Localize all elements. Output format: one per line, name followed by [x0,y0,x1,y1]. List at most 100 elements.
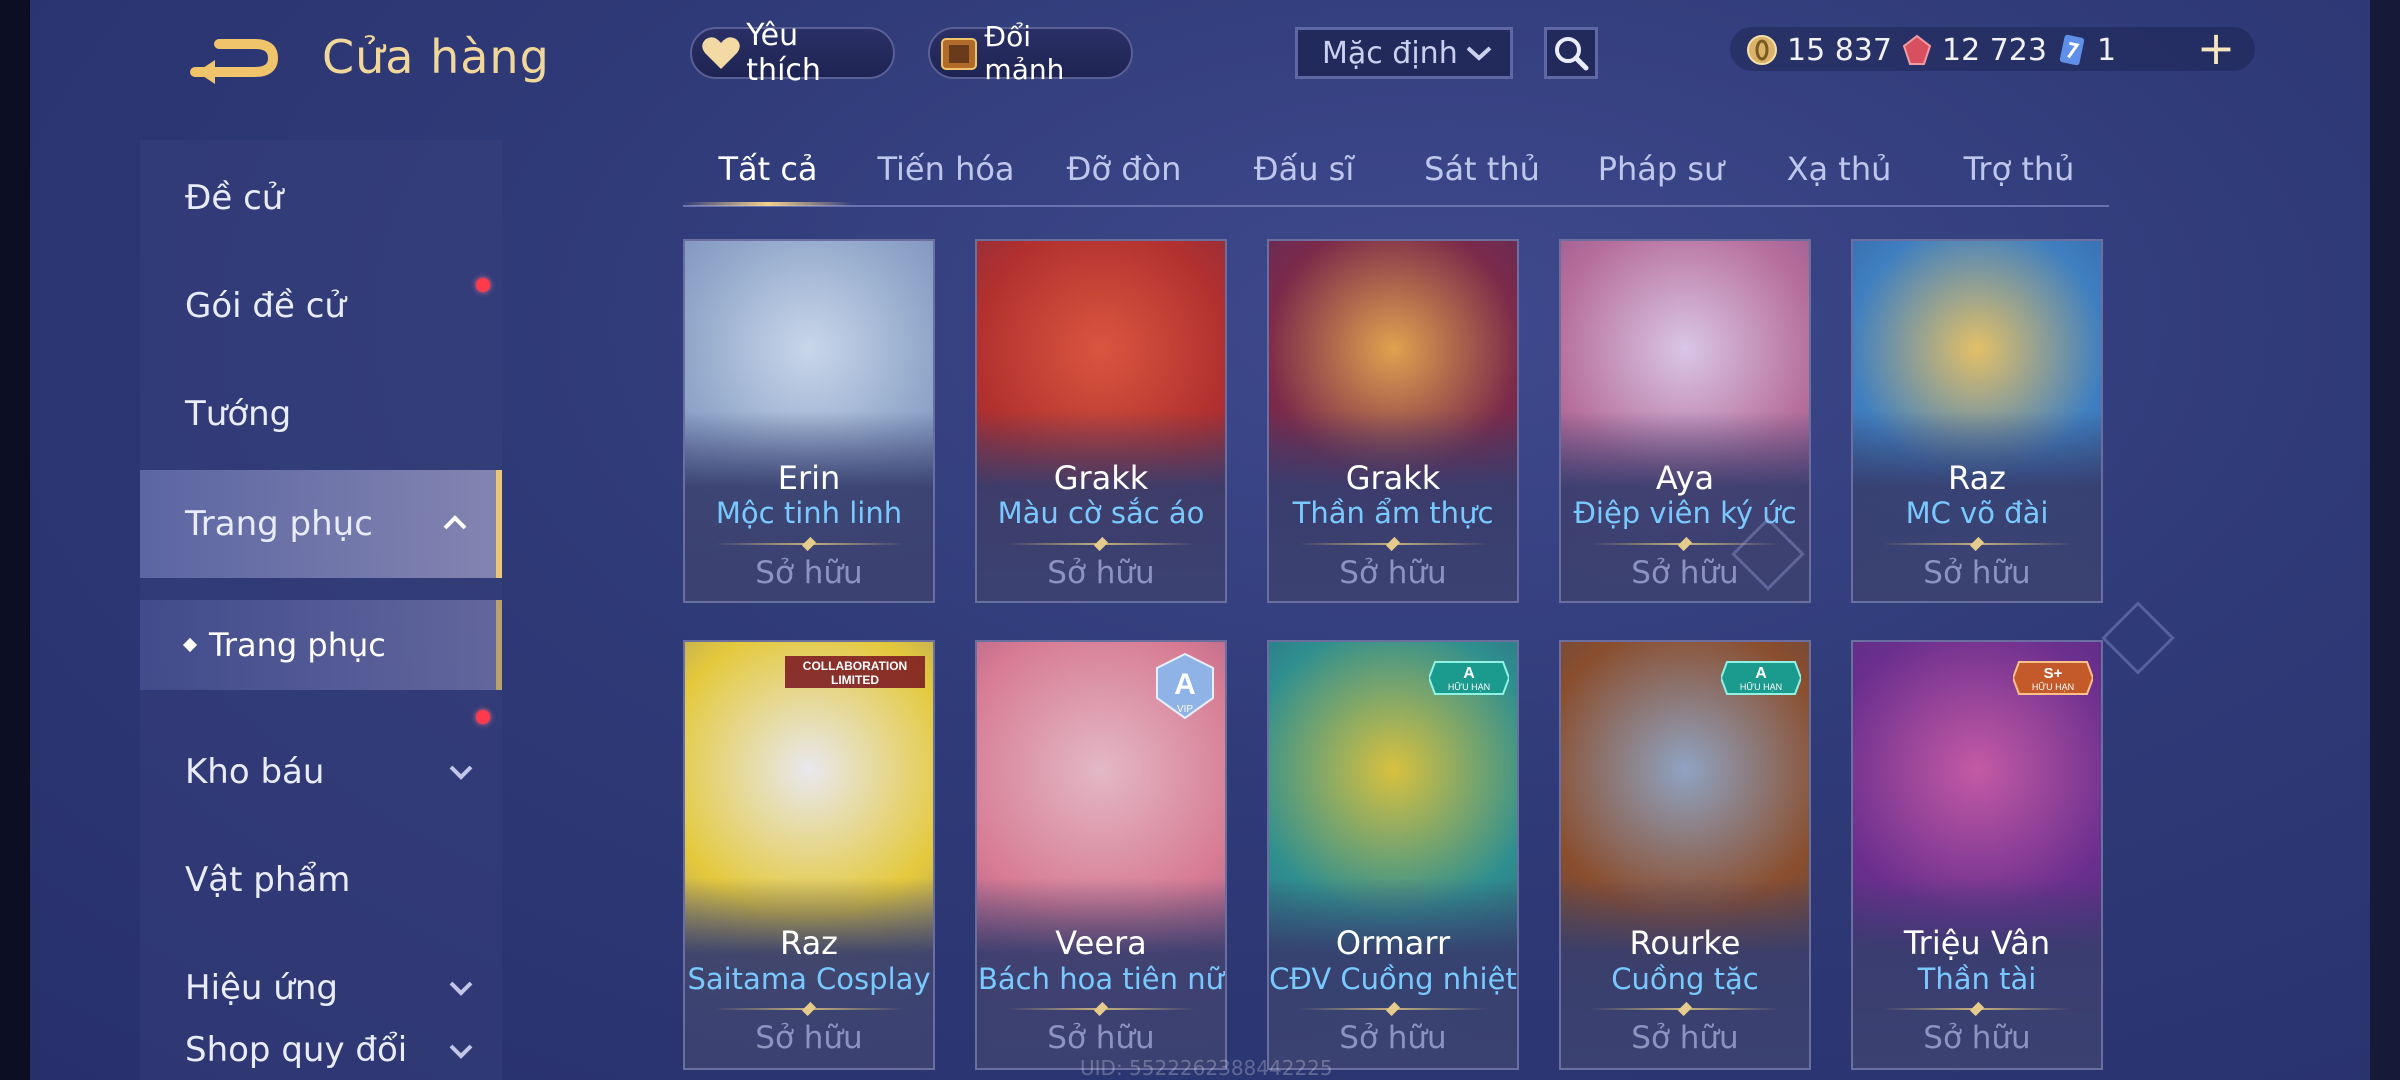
sidebar-item-exchange-shop[interactable]: Shop quy đổi [140,1020,502,1080]
sidebar-item-label: Kho báu [185,752,325,792]
skin-card[interactable]: Raz MC võ đài Sở hữu [1851,239,2103,603]
tier-splus-limited-badge: S+ HỮU HẠN [2011,652,2095,702]
add-currency-button[interactable]: + [2196,25,2236,71]
search-button[interactable] [1544,27,1598,79]
chest-icon [938,31,980,75]
card-divider [1007,543,1195,545]
skin-card[interactable]: Erin Mộc tinh linh Sở hữu [683,239,935,603]
sidebar-item-recommended[interactable]: Đề cử [140,148,502,248]
tab-mage[interactable]: Pháp sư [1576,135,1746,203]
back-button[interactable] [185,30,280,90]
skin-name: Cuồng tặc [1611,962,1759,996]
favorite-button[interactable]: Yêu thích [690,18,895,88]
ruby-amount: 12 723 [1942,32,2047,68]
tab-tank[interactable]: Đỡ đòn [1039,135,1209,203]
sidebar-item-label: Vật phẩm [185,860,351,900]
bullet-diamond-icon [182,637,198,653]
owned-status: Sở hữu [1047,555,1155,591]
skin-name: Bách hoa tiên nữ [978,962,1224,996]
tab-support[interactable]: Trợ thủ [1934,135,2104,203]
collab-limited-badge: COLLABORATION LIMITED [785,652,925,696]
skin-name: Thần tài [1917,962,2037,996]
tab-assassin[interactable]: Sát thủ [1397,135,1567,203]
tier-a-vip-badge: A VIP [1153,652,1217,726]
skin-card[interactable]: COLLABORATION LIMITED Raz Saitama Cosplay… [683,640,935,1070]
tab-label: Trợ thủ [1963,150,2075,188]
chevron-down-icon [449,765,473,780]
tab-marksman[interactable]: Xạ thủ [1754,135,1924,203]
hero-name: Erin [777,459,841,497]
tab-all[interactable]: Tất cả [683,135,853,206]
skin-name: Thần ẩm thực [1292,496,1494,530]
sidebar-subitem-label: Trang phục [209,626,386,664]
skin-card[interactable]: A HỮU HẠN Rourke Cuồng tặc Sở hữu [1559,640,1811,1070]
hero-name: Veera [1055,924,1147,962]
owned-status: Sở hữu [1631,1020,1739,1056]
skin-card[interactable]: A VIP Veera Bách hoa tiên nữ Sở hữu [975,640,1227,1070]
fragment-exchange-label: Đổi mảnh [984,20,1065,86]
skin-card[interactable]: S+ HỮU HẠN Triệu Vân Thần tài Sở hữu [1851,640,2103,1070]
hero-name: Rourke [1629,924,1741,962]
owned-status: Sở hữu [755,555,863,591]
owned-status: Sở hữu [1923,555,2031,591]
sidebar-item-skins[interactable]: Trang phục [140,470,502,578]
owned-status: Sở hữu [755,1020,863,1056]
tab-fighter[interactable]: Đấu sĩ [1219,135,1389,203]
svg-text:LIMITED: LIMITED [831,673,879,687]
card-divider [1299,1008,1487,1010]
tab-label: Xạ thủ [1786,150,1892,188]
svg-text:HỮU HẠN: HỮU HẠN [1740,682,1782,692]
svg-text:COLLABORATION: COLLABORATION [803,659,907,673]
back-arrow-icon [190,39,279,84]
tab-label: Tất cả [718,150,818,188]
tier-a-limited-badge: A HỮU HẠN [1719,652,1803,702]
ruby-icon [1900,33,1934,67]
fragment-exchange-button[interactable]: Đổi mảnh [928,20,1133,86]
hero-name: Triệu Vân [1903,924,2051,962]
sort-value: Mặc định [1322,35,1458,71]
skin-name: MC võ đài [1905,496,2049,530]
card-divider [1007,1008,1195,1010]
sidebar-item-label: Hiệu ứng [185,968,338,1008]
svg-text:A: A [1174,668,1196,701]
tab-active-indicator [683,202,853,206]
hero-name: Raz [1948,459,2006,497]
sidebar-item-label: Trang phục [185,504,373,544]
skin-card[interactable]: A HỮU HẠN Ormarr CĐV Cuồng nhiệt Sở hữu [1267,640,1519,1070]
sidebar-subitem-skins[interactable]: Trang phục [140,600,502,690]
sidebar-item-treasure[interactable]: Kho báu [140,710,502,822]
skin-name: CĐV Cuồng nhiệt [1269,962,1517,996]
sidebar-item-label: Tướng [185,394,292,434]
sidebar-item-heroes[interactable]: Tướng [140,364,502,464]
category-tabs: Tất cả Tiến hóa Đỡ đòn Đấu sĩ Sát thủ Ph… [683,135,2109,207]
plus-icon: + [2196,21,2236,75]
chevron-down-icon [449,1044,473,1059]
uid-watermark: UID: 5522262388442225 [1080,1056,1333,1080]
sidebar-item-label: Đề cử [185,178,284,218]
tier-a-limited-badge: A HỮU HẠN [1427,652,1511,702]
sidebar-item-recommended-packs[interactable]: Gói đề cử [140,256,502,356]
card-currency: 1 [2055,30,2116,70]
sort-dropdown[interactable]: Mặc định [1295,27,1513,79]
tab-evolution[interactable]: Tiến hóa [861,135,1031,203]
skin-name: Màu cờ sắc áo [997,496,1205,530]
svg-text:HỮU HẠN: HỮU HẠN [1448,682,1490,692]
screen-edge-left [0,0,30,1080]
tab-label: Đấu sĩ [1253,150,1355,188]
owned-status: Sở hữu [1339,555,1447,591]
owned-status: Sở hữu [1339,1020,1447,1056]
skin-card[interactable]: Grakk Màu cờ sắc áo Sở hữu [975,239,1227,603]
card-divider [715,1008,903,1010]
gold-coin-icon [1745,33,1779,67]
sidebar-item-items[interactable]: Vật phẩm [140,830,502,930]
svg-text:S+: S+ [2044,665,2063,682]
sidebar-item-label: Shop quy đổi [185,1030,408,1070]
card-divider [1591,1008,1779,1010]
page-title: Cửa hàng [322,30,550,84]
hero-name: Raz [780,924,838,962]
gold-currency: 15 837 [1745,30,1892,70]
hero-name: Grakk [1345,459,1441,497]
owned-status: Sở hữu [1923,1020,2031,1056]
skin-card[interactable]: Grakk Thần ẩm thực Sở hữu [1267,239,1519,603]
screen-edge-right [2370,0,2400,1080]
